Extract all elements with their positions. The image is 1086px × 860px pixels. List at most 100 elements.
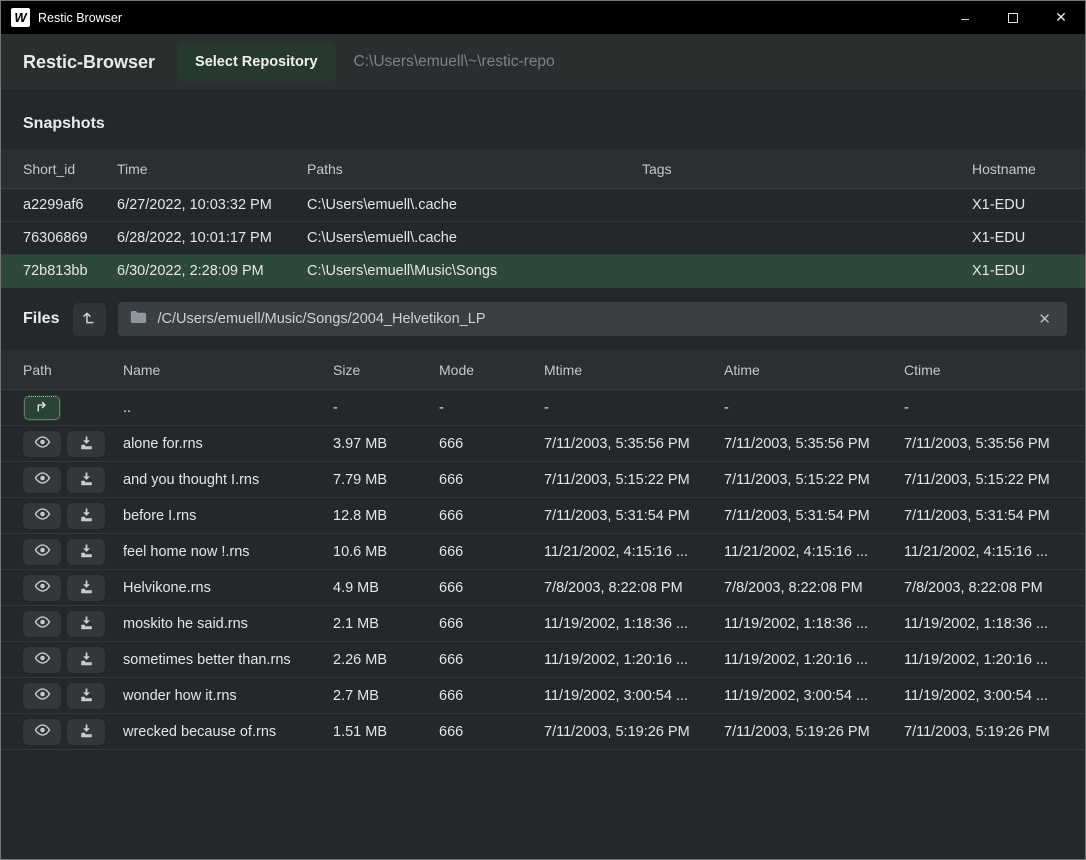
file-actions: [23, 467, 123, 493]
go-up-directory-button[interactable]: [73, 303, 106, 336]
file-mode: 666: [439, 508, 544, 524]
file-ctime: 7/11/2003, 5:35:56 PM: [904, 436, 1063, 452]
file-atime: -: [724, 400, 904, 416]
snapshot-row[interactable]: 72b813bb6/30/2022, 2:28:09 PMC:\Users\em…: [1, 255, 1085, 288]
repository-path: C:\Users\emuell\~\restic-repo: [354, 53, 555, 71]
download-file-button[interactable]: [67, 683, 105, 709]
preview-file-button[interactable]: [23, 467, 61, 493]
download-file-button[interactable]: [67, 503, 105, 529]
app-icon: W: [11, 8, 30, 27]
files-bar: Files /C/Users/emuell/Music/Songs/2004_H…: [1, 301, 1085, 337]
snapshots-heading: Snapshots: [1, 91, 1085, 149]
file-name: feel home now !.rns: [123, 544, 333, 560]
files-heading: Files: [23, 310, 59, 328]
download-file-button[interactable]: [67, 611, 105, 637]
download-icon: [79, 543, 94, 561]
file-size: -: [333, 400, 439, 416]
preview-file-button[interactable]: [23, 431, 61, 457]
column-paths: Paths: [307, 161, 642, 177]
file-atime: 7/11/2003, 5:19:26 PM: [724, 724, 904, 740]
download-file-button[interactable]: [67, 467, 105, 493]
file-atime: 7/8/2003, 8:22:08 PM: [724, 580, 904, 596]
snapshot-time: 6/27/2022, 10:03:32 PM: [117, 197, 307, 213]
preview-file-button[interactable]: [23, 647, 61, 673]
preview-file-button[interactable]: [23, 683, 61, 709]
download-file-button[interactable]: [67, 719, 105, 745]
select-repository-button[interactable]: Select Repository: [177, 43, 336, 81]
preview-file-button[interactable]: [23, 539, 61, 565]
preview-file-button[interactable]: [23, 719, 61, 745]
file-size: 4.9 MB: [333, 580, 439, 596]
snapshots-table-body: a2299af66/27/2022, 10:03:32 PMC:\Users\e…: [1, 189, 1085, 288]
column-hostname: Hostname: [972, 161, 1063, 177]
maximize-button[interactable]: [989, 1, 1037, 34]
file-actions: [23, 647, 123, 673]
eye-icon: [34, 579, 51, 596]
file-size: 12.8 MB: [333, 508, 439, 524]
snapshots-table-header: Short_id Time Paths Tags Hostname: [1, 149, 1085, 189]
file-mode: 666: [439, 436, 544, 452]
folder-icon: [130, 310, 147, 329]
file-mode: -: [439, 400, 544, 416]
current-path-bar[interactable]: /C/Users/emuell/Music/Songs/2004_Helveti…: [118, 302, 1067, 336]
file-name: moskito he said.rns: [123, 616, 333, 632]
file-size: 2.26 MB: [333, 652, 439, 668]
files-table-header: Path Name Size Mode Mtime Atime Ctime: [1, 350, 1085, 390]
snapshot-hostname: X1-EDU: [972, 230, 1063, 246]
close-button[interactable]: ✕: [1037, 1, 1085, 34]
download-file-button[interactable]: [67, 575, 105, 601]
file-actions: [23, 611, 123, 637]
file-atime: 7/11/2003, 5:31:54 PM: [724, 508, 904, 524]
files-table-body: ..-----alone for.rns3.97 MB6667/11/2003,…: [1, 390, 1085, 750]
column-ctime: Ctime: [904, 362, 1063, 378]
snapshot-hostname: X1-EDU: [972, 263, 1063, 279]
column-path: Path: [23, 362, 123, 378]
preview-file-button[interactable]: [23, 575, 61, 601]
download-file-button[interactable]: [67, 539, 105, 565]
file-row: Helvikone.rns4.9 MB6667/8/2003, 8:22:08 …: [1, 570, 1085, 606]
file-row: feel home now !.rns10.6 MB66611/21/2002,…: [1, 534, 1085, 570]
preview-file-button[interactable]: [23, 503, 61, 529]
window-title: Restic Browser: [38, 11, 122, 25]
up-level-icon: [81, 309, 98, 329]
file-ctime: 7/11/2003, 5:15:22 PM: [904, 472, 1063, 488]
file-ctime: 11/21/2002, 4:15:16 ...: [904, 544, 1063, 560]
download-file-button[interactable]: [67, 431, 105, 457]
column-size: Size: [333, 362, 439, 378]
current-path-text: /C/Users/emuell/Music/Songs/2004_Helveti…: [157, 311, 485, 327]
file-ctime: 11/19/2002, 1:18:36 ...: [904, 616, 1063, 632]
eye-icon: [34, 615, 51, 632]
app-window: W Restic Browser – ✕ Restic-Browser Sele…: [0, 0, 1086, 860]
minimize-button[interactable]: –: [941, 1, 989, 34]
file-name: alone for.rns: [123, 436, 333, 452]
maximize-icon: [1008, 13, 1018, 23]
file-atime: 11/19/2002, 1:18:36 ...: [724, 616, 904, 632]
file-ctime: 7/11/2003, 5:19:26 PM: [904, 724, 1063, 740]
file-atime: 7/11/2003, 5:35:56 PM: [724, 436, 904, 452]
file-name: sometimes better than.rns: [123, 652, 333, 668]
preview-file-button[interactable]: [23, 611, 61, 637]
file-mtime: 11/21/2002, 4:15:16 ...: [544, 544, 724, 560]
file-ctime: 7/8/2003, 8:22:08 PM: [904, 580, 1063, 596]
file-mode: 666: [439, 688, 544, 704]
file-size: 2.7 MB: [333, 688, 439, 704]
file-mode: 666: [439, 652, 544, 668]
download-file-button[interactable]: [67, 647, 105, 673]
file-size: 3.97 MB: [333, 436, 439, 452]
download-icon: [79, 615, 94, 633]
window-controls: – ✕: [941, 1, 1085, 34]
snapshot-short-id: 72b813bb: [23, 263, 117, 279]
app-title: Restic-Browser: [23, 52, 155, 73]
file-size: 1.51 MB: [333, 724, 439, 740]
clear-path-button[interactable]: ✕: [1034, 308, 1055, 330]
snapshot-row[interactable]: 763068696/28/2022, 10:01:17 PMC:\Users\e…: [1, 222, 1085, 255]
file-actions: [23, 575, 123, 601]
column-mtime: Mtime: [544, 362, 724, 378]
snapshot-time: 6/30/2022, 2:28:09 PM: [117, 263, 307, 279]
snapshot-paths: C:\Users\emuell\Music\Songs: [307, 263, 642, 279]
open-parent-directory-button[interactable]: [23, 395, 61, 421]
file-mtime: 7/11/2003, 5:31:54 PM: [544, 508, 724, 524]
snapshot-row[interactable]: a2299af66/27/2022, 10:03:32 PMC:\Users\e…: [1, 189, 1085, 222]
app-header: Restic-Browser Select Repository C:\User…: [1, 34, 1085, 91]
arrow-up-right-icon: [34, 399, 50, 417]
